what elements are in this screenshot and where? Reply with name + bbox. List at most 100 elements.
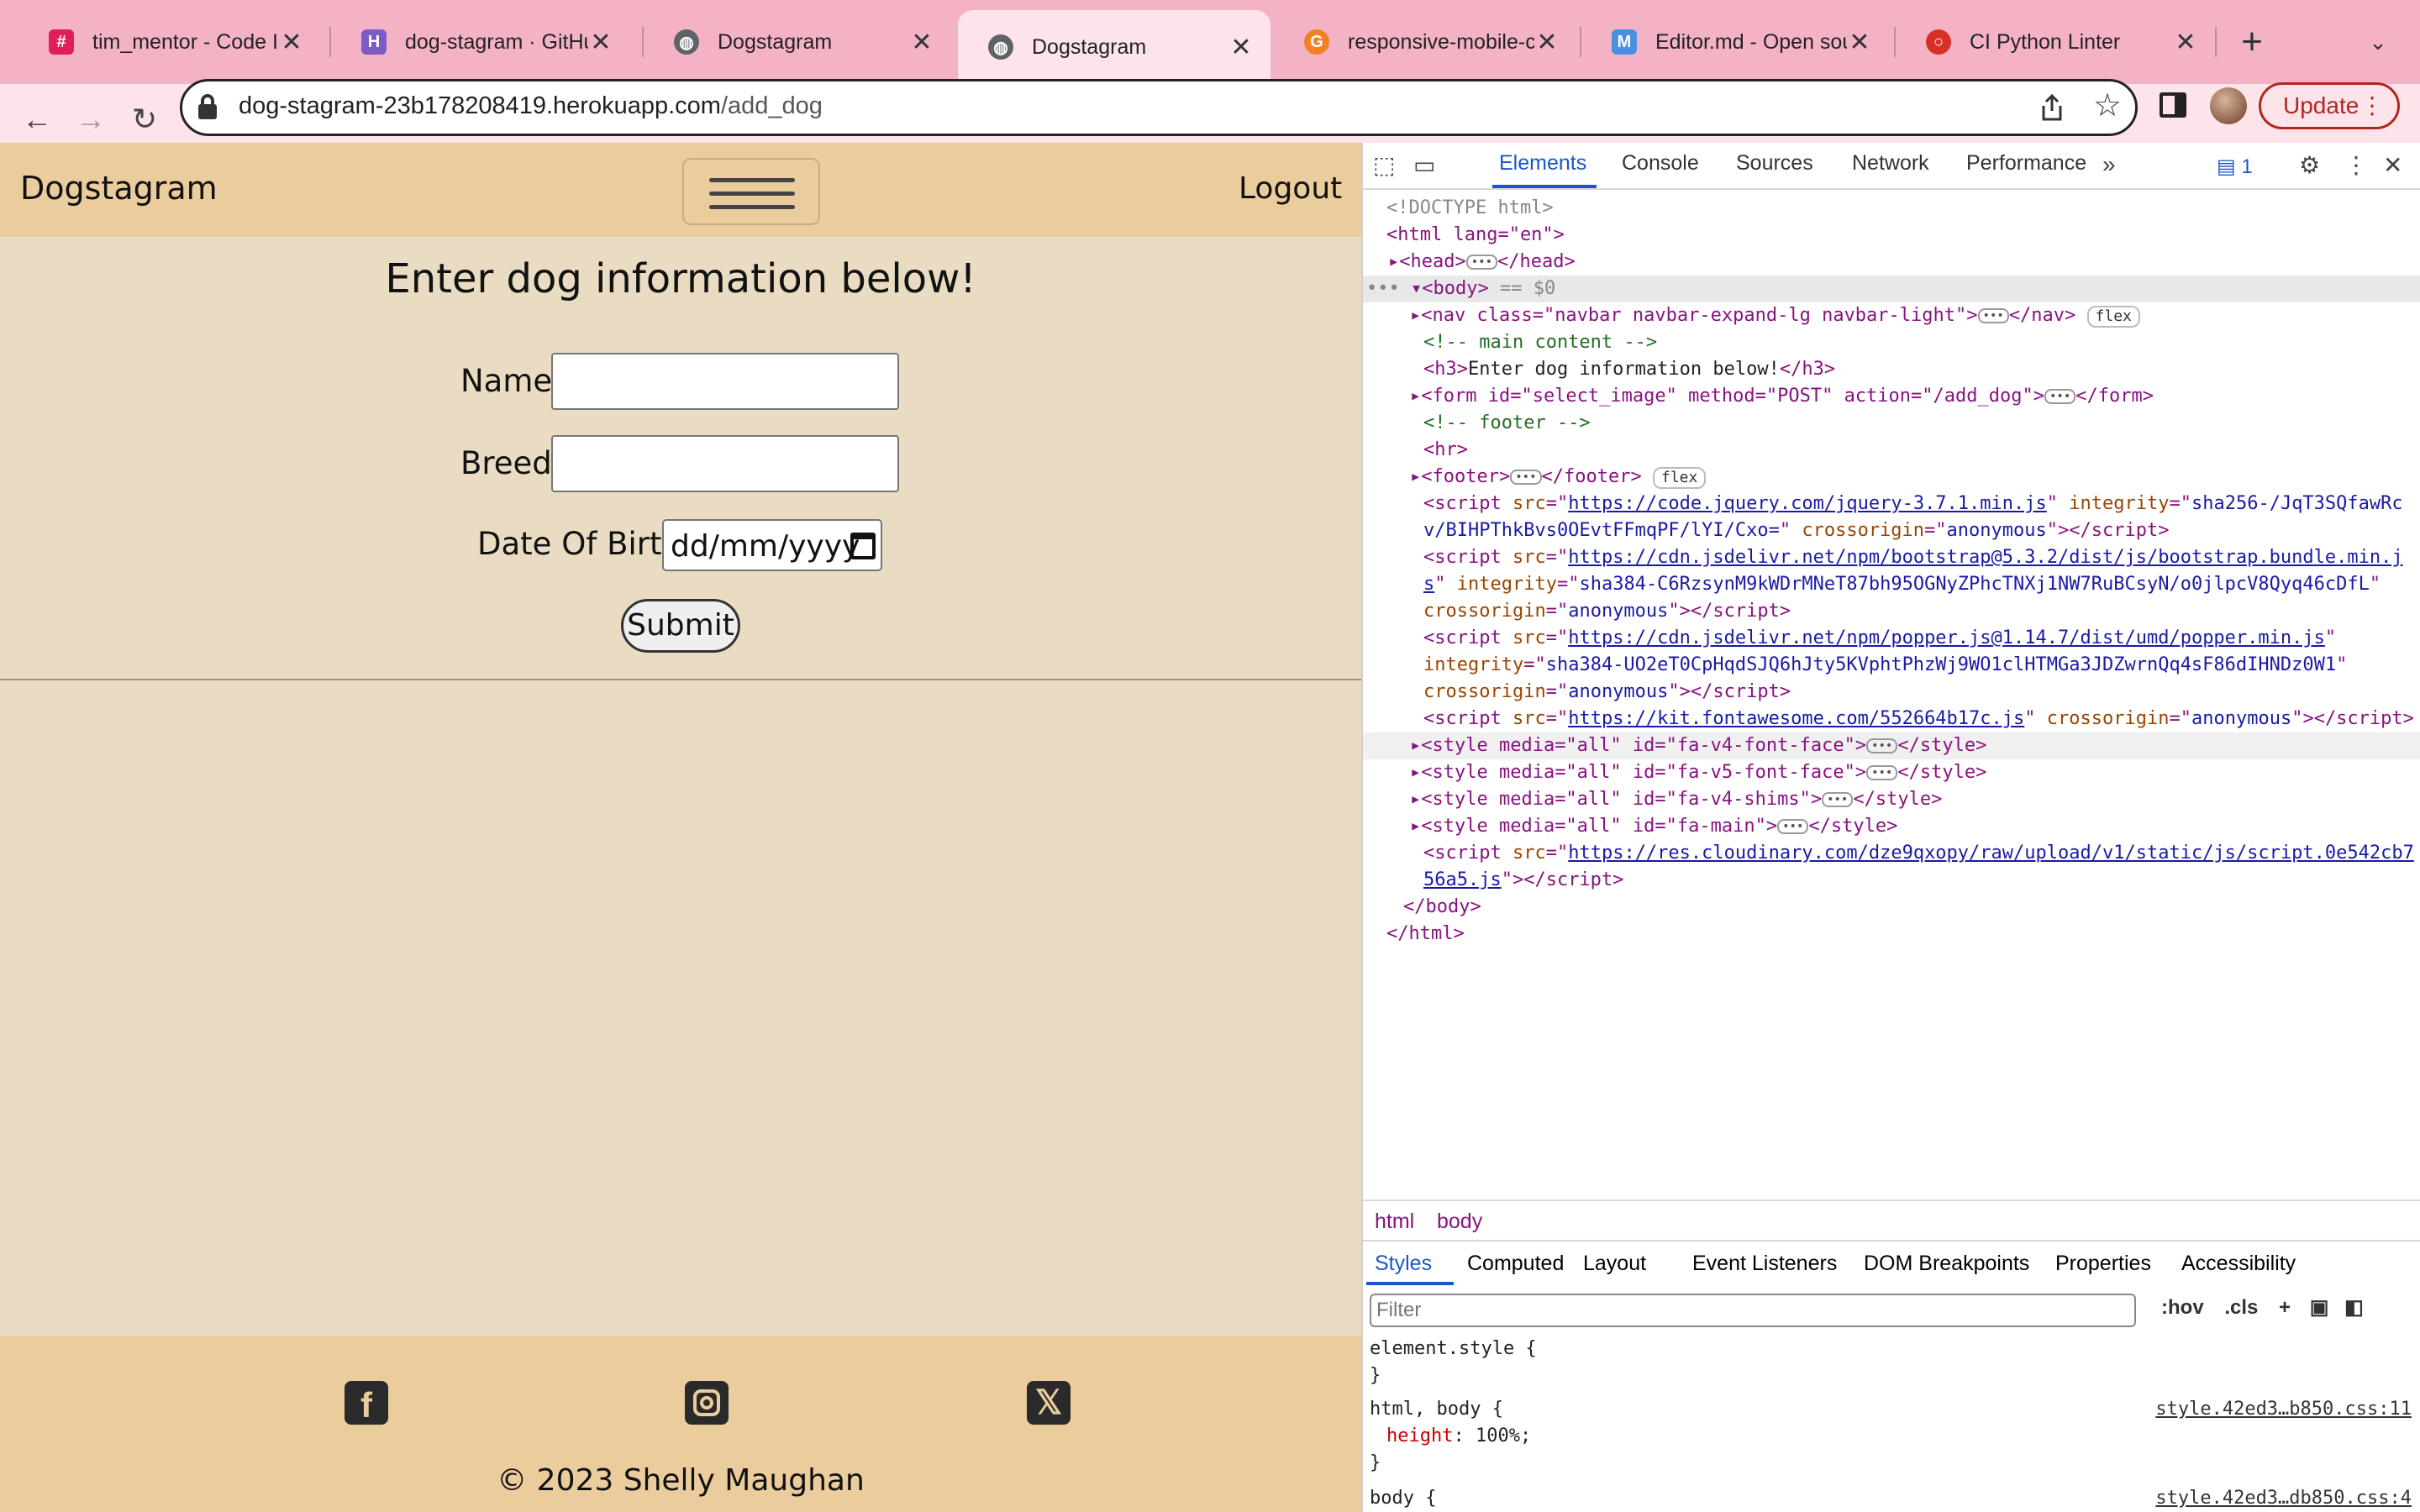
tab-dog-stagram-github[interactable]: H dog-stagram · GitHu ✕	[331, 10, 630, 74]
tab-console[interactable]: Console	[1622, 151, 1699, 176]
tree-script-fontawesome[interactable]: <script src="https://kit.fontawesome.com…	[1363, 706, 2420, 732]
expand-arrow-icon[interactable]: ▸	[1410, 466, 1421, 487]
reload-icon[interactable]: ↻	[121, 96, 168, 143]
expand-arrow-icon[interactable]: ▸	[1410, 789, 1421, 810]
tab-search-button[interactable]: ⌄	[2361, 24, 2395, 60]
lock-icon[interactable]	[198, 94, 217, 119]
close-icon[interactable]: ✕	[279, 28, 304, 57]
tree-hr[interactable]: <hr>	[1363, 437, 2420, 464]
tab-sources[interactable]: Sources	[1736, 151, 1813, 176]
tab-dom-breakpoints[interactable]: DOM Breakpoints	[1864, 1252, 2029, 1276]
tab-layout[interactable]: Layout	[1583, 1252, 1646, 1276]
tree-script-cloudinary[interactable]: <script src="https://res.cloudinary.com/…	[1363, 840, 2420, 867]
device-toolbar-icon[interactable]: ▭	[1413, 151, 1435, 179]
tree-form[interactable]: ▸<form id="select_image" method="POST" a…	[1363, 383, 2420, 410]
close-icon[interactable]: ✕	[2383, 151, 2402, 179]
name-input[interactable]	[551, 353, 899, 410]
tree-body-close[interactable]: </body>	[1363, 894, 2420, 921]
hov-toggle[interactable]: :hov	[2161, 1296, 2204, 1319]
settings-gear-icon[interactable]: ⚙	[2299, 151, 2320, 179]
hamburger-menu-button[interactable]	[682, 158, 820, 225]
close-icon[interactable]: ✕	[588, 28, 613, 57]
bookmark-star-icon[interactable]: ☆	[2089, 87, 2126, 124]
expand-arrow-icon[interactable]: ▸	[1410, 305, 1421, 326]
tree-footer[interactable]: ▸<footer> ••• </footer> flex	[1363, 464, 2420, 491]
tab-accessibility[interactable]: Accessibility	[2181, 1252, 2296, 1276]
tree-script-bootstrap[interactable]: <script src="https://cdn.jsdelivr.net/np…	[1363, 544, 2420, 571]
expand-arrow-icon[interactable]: ▸	[1388, 251, 1399, 272]
tree-script-popper[interactable]: <script src="https://cdn.jsdelivr.net/np…	[1363, 625, 2420, 652]
tree-h3[interactable]: <h3>Enter dog information below!</h3>	[1363, 356, 2420, 383]
tab-dogstagram[interactable]: ◍ Dogstagram ✕	[644, 10, 951, 74]
url-text[interactable]: dog-stagram-23b178208419.herokuapp.com/a…	[239, 89, 823, 123]
instagram-icon[interactable]	[685, 1381, 729, 1425]
profile-avatar[interactable]	[2210, 87, 2247, 124]
tab-network[interactable]: Network	[1852, 151, 1929, 176]
more-vert-icon[interactable]: ⋮	[2344, 151, 2368, 179]
tree-style-fa-v4-shims[interactable]: ▸<style media="all" id="fa-v4-shims"> •••…	[1363, 786, 2420, 813]
breadcrumb-body[interactable]: body	[1437, 1210, 1482, 1234]
logout-link[interactable]: Logout	[1239, 171, 1342, 206]
expand-arrow-icon[interactable]: ▸	[1410, 762, 1421, 783]
tab-dogstagram-active[interactable]: ◍ Dogstagram ✕	[958, 10, 1270, 84]
facebook-icon[interactable]: f	[345, 1381, 388, 1425]
update-button[interactable]: Update ⋮	[2259, 82, 2400, 129]
rule-source-link[interactable]: style.42ed3…db850.css:4	[2155, 1485, 2412, 1512]
tree-script-popper-cont2[interactable]: crossorigin="anonymous"></script>	[1363, 679, 2420, 706]
site-brand[interactable]: Dogstagram	[20, 170, 218, 207]
tree-script-bootstrap-cont[interactable]: s" integrity="sha384-C6RzsynM9kWDrMNeT87…	[1363, 571, 2420, 598]
tree-style-fa-main[interactable]: ▸<style media="all" id="fa-main"> ••• </st…	[1363, 813, 2420, 840]
tree-script-jquery-cont[interactable]: v/BIHPThkBvs0OEvtFFmqPF/lYI/Cxo=" crosso…	[1363, 517, 2420, 544]
side-panel-icon[interactable]	[2160, 92, 2186, 118]
rule-element-style[interactable]: element.style {	[1370, 1336, 2412, 1362]
rule-body[interactable]: body {style.42ed3…db850.css:4	[1370, 1485, 2412, 1512]
tab-computed[interactable]: Computed	[1467, 1252, 1564, 1276]
dob-date-input[interactable]: dd/mm/yyyy	[662, 519, 882, 571]
styles-filter-input[interactable]: Filter	[1370, 1294, 2136, 1327]
cls-toggle[interactable]: .cls	[2224, 1296, 2258, 1319]
tree-comment-main[interactable]: <!-- main content -->	[1363, 329, 2420, 356]
close-icon[interactable]: ✕	[909, 28, 934, 57]
breadcrumb-html[interactable]: html	[1375, 1210, 1414, 1234]
close-icon[interactable]: ✕	[1534, 28, 1560, 57]
tree-style-fa-v4-font-face[interactable]: ▸<style media="all" id="fa-v4-font-face"…	[1363, 732, 2420, 759]
tree-body-selected[interactable]: ••• ▾<body> == $0	[1363, 276, 2420, 302]
paint-icon[interactable]: ▣	[2310, 1296, 2329, 1319]
tab-editor-md[interactable]: M Editor.md - Open sou ✕	[1581, 10, 1889, 74]
tree-script-bootstrap-cont2[interactable]: crossorigin="anonymous"></script>	[1363, 598, 2420, 625]
tree-script-jquery[interactable]: <script src="https://code.jquery.com/jqu…	[1363, 491, 2420, 517]
close-icon[interactable]: ✕	[2173, 28, 2198, 57]
tab-styles[interactable]: Styles	[1375, 1252, 1432, 1276]
inspect-element-icon[interactable]: ⬚	[1373, 151, 1395, 179]
tab-performance[interactable]: Performance	[1966, 151, 2086, 176]
close-icon[interactable]: ✕	[1228, 33, 1254, 62]
new-rule-icon[interactable]: +	[2279, 1296, 2291, 1319]
issues-badge[interactable]: ▤ 1	[2217, 155, 2253, 179]
tree-html[interactable]: <html lang="en">	[1363, 222, 2420, 249]
tab-properties[interactable]: Properties	[2055, 1252, 2151, 1276]
back-arrow-icon[interactable]: ←	[13, 96, 60, 143]
share-icon[interactable]	[2037, 92, 2067, 123]
tree-comment-footer[interactable]: <!-- footer -->	[1363, 410, 2420, 437]
tab-elements[interactable]: Elements	[1499, 151, 1586, 176]
calendar-icon[interactable]	[850, 533, 876, 559]
tree-doctype[interactable]: <!DOCTYPE html>	[1363, 195, 2420, 222]
close-icon[interactable]: ✕	[1847, 28, 1872, 57]
new-tab-button[interactable]: +	[2235, 17, 2269, 67]
tree-html-close[interactable]: </html>	[1363, 921, 2420, 948]
rule-html-body[interactable]: html, body {style.42ed3…b850.css:11	[1370, 1396, 2412, 1423]
tab-responsive-mobile[interactable]: G responsive-mobile-c ✕	[1274, 10, 1576, 74]
rule-declaration[interactable]: height: 100%;	[1370, 1423, 2412, 1450]
submit-button[interactable]: Submit	[621, 599, 740, 653]
tree-script-popper-cont[interactable]: integrity="sha384-UO2eT0CpHqdSJQ6hJty5KV…	[1363, 652, 2420, 679]
tree-head[interactable]: ▸<head> ••• </head>	[1363, 249, 2420, 276]
expand-arrow-icon[interactable]: ▸	[1410, 386, 1421, 407]
tree-style-fa-v5-font-face[interactable]: ▸<style media="all" id="fa-v5-font-face"…	[1363, 759, 2420, 786]
x-icon[interactable]: 𝕏	[1027, 1381, 1071, 1425]
tab-ci-python-linter[interactable]: ○ CI Python Linter ✕	[1896, 10, 2215, 74]
toggle-sidebar-icon[interactable]: ◧	[2344, 1296, 2364, 1319]
tab-event-listeners[interactable]: Event Listeners	[1692, 1252, 1837, 1276]
tree-script-cloudinary-cont[interactable]: 56a5.js"></script>	[1363, 867, 2420, 894]
collapse-arrow-icon[interactable]: ▾	[1411, 278, 1422, 299]
tab-tim-mentor[interactable]: # tim_mentor - Code In ✕	[18, 10, 321, 74]
